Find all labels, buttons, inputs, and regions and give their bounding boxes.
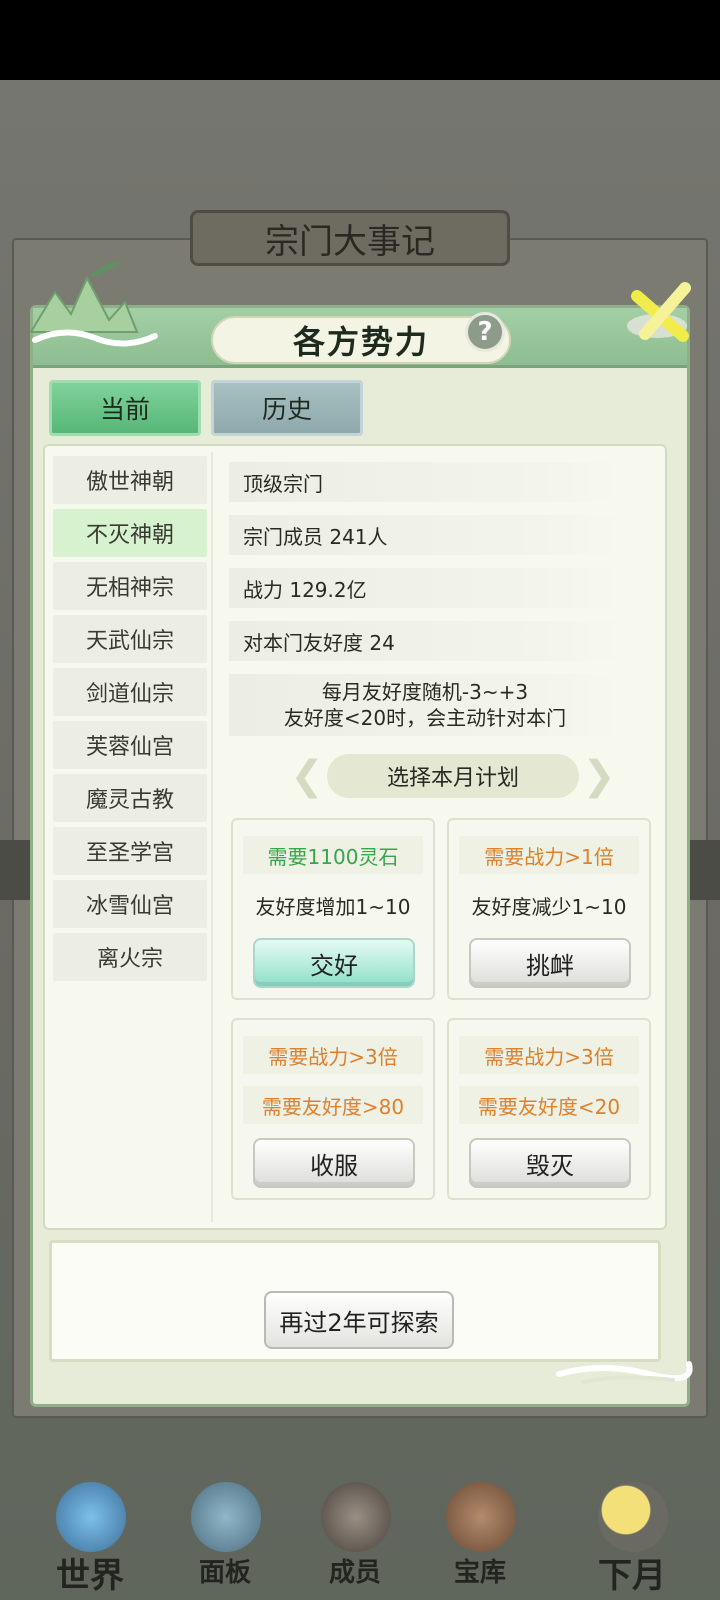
nav-treasury[interactable]: 宝库 [420, 1470, 540, 1600]
nav-world[interactable]: 世界 [30, 1470, 150, 1600]
chevron-left-icon: ❮ [290, 753, 324, 799]
plan-effect: 友好度减少1~10 [471, 894, 627, 919]
sect-rank: 顶级宗门 [229, 462, 621, 502]
sect-power: 战力 129.2亿 [229, 568, 621, 608]
background-panel-title: 宗门大事记 [190, 210, 510, 266]
nav-panel[interactable]: 面板 [165, 1470, 285, 1600]
plan-requirement: 需要战力>3倍 [459, 1036, 639, 1074]
chevron-right-icon: ❯ [582, 753, 616, 799]
sect-item[interactable]: 傲世神朝 [53, 456, 207, 504]
tab-current[interactable]: 当前 [49, 380, 201, 436]
nav-label: 世界 [56, 1556, 124, 1596]
bottom-nav: 世界 面板 成员 宝库 下月 [0, 1470, 720, 1600]
sect-item[interactable]: 剑道仙宗 [53, 668, 207, 716]
sect-friendship: 对本门友好度 24 [229, 621, 621, 661]
sect-item[interactable]: 天武仙宗 [53, 615, 207, 663]
friendship-note: 每月友好度随机-3~+3 友好度<20时，会主动针对本门 [229, 674, 621, 736]
plan-requirement: 需要友好度>80 [243, 1086, 423, 1124]
explore-panel: 再过2年可探索 [49, 1240, 661, 1362]
subdue-button[interactable]: 收服 [253, 1138, 415, 1188]
plan-requirement: 需要战力>1倍 [459, 836, 639, 874]
sect-item-selected[interactable]: 不灭神朝 [53, 509, 207, 557]
plan-title: 选择本月计划 [327, 754, 579, 798]
plan-header: ❮ 选择本月计划 ❯ [283, 752, 623, 800]
plan-card-destroy: 需要战力>3倍 需要友好度<20 毁灭 [447, 1018, 651, 1200]
help-button[interactable]: ? [465, 312, 505, 352]
plan-requirement: 需要友好度<20 [459, 1086, 639, 1124]
sect-item[interactable]: 无相神宗 [53, 562, 207, 610]
tab-history[interactable]: 历史 [211, 380, 363, 436]
explore-button[interactable]: 再过2年可探索 [264, 1291, 454, 1349]
nav-label: 成员 [328, 1558, 381, 1588]
sect-item[interactable]: 芙蓉仙宫 [53, 721, 207, 769]
close-icon[interactable] [623, 278, 701, 348]
sect-list: 傲世神朝 不灭神朝 无相神宗 天武仙宗 剑道仙宗 芙蓉仙宫 魔灵古教 至圣学宫 … [53, 456, 207, 986]
plan-card-subdue: 需要战力>3倍 需要友好度>80 收服 [231, 1018, 435, 1200]
plan-card-provoke: 需要战力>1倍 友好度减少1~10 挑衅 [447, 818, 651, 1000]
nav-label: 宝库 [453, 1558, 506, 1588]
nav-members[interactable]: 成员 [295, 1470, 415, 1600]
treasury-icon [446, 1482, 516, 1552]
dialog-title: 各方势力 [292, 323, 429, 361]
next-month-icon [598, 1482, 668, 1552]
sect-item[interactable]: 魔灵古教 [53, 774, 207, 822]
plan-effect: 友好度增加1~10 [255, 894, 411, 919]
world-icon [56, 1482, 126, 1552]
nav-label: 面板 [198, 1558, 251, 1588]
sect-members: 宗门成员 241人 [229, 515, 621, 555]
panel-icon [191, 1482, 261, 1552]
status-bar [0, 0, 720, 80]
members-icon [321, 1482, 391, 1552]
note-line-2: 友好度<20时，会主动针对本门 [283, 706, 567, 730]
destroy-button[interactable]: 毁灭 [469, 1138, 631, 1188]
cloud-decoration-icon [556, 1361, 693, 1384]
note-line-1: 每月友好度随机-3~+3 [321, 680, 529, 704]
sect-item[interactable]: 至圣学宫 [53, 827, 207, 875]
plan-requirement: 需要1100灵石 [243, 836, 423, 874]
nav-label: 下月 [598, 1556, 666, 1596]
content-panel: 傲世神朝 不灭神朝 无相神宗 天武仙宗 剑道仙宗 芙蓉仙宫 魔灵古教 至圣学宫 … [43, 444, 667, 1230]
sect-item[interactable]: 离火宗 [53, 933, 207, 981]
mountain-sword-decoration-icon [29, 262, 158, 347]
sect-item[interactable]: 冰雪仙宫 [53, 880, 207, 928]
plan-card-befriend: 需要1100灵石 友好度增加1~10 交好 [231, 818, 435, 1000]
provoke-button[interactable]: 挑衅 [469, 938, 631, 988]
sect-info: 顶级宗门 宗门成员 241人 战力 129.2亿 对本门友好度 24 每月友好度… [229, 462, 621, 736]
factions-dialog: 各方势力 ? 当前 历史 傲世神朝 不灭神朝 无相神宗 天武仙宗 剑道仙宗 芙蓉… [29, 262, 693, 1407]
befriend-button[interactable]: 交好 [253, 938, 415, 988]
nav-next-month[interactable]: 下月 [572, 1470, 692, 1600]
divider [211, 452, 213, 1222]
plan-requirement: 需要战力>3倍 [243, 1036, 423, 1074]
